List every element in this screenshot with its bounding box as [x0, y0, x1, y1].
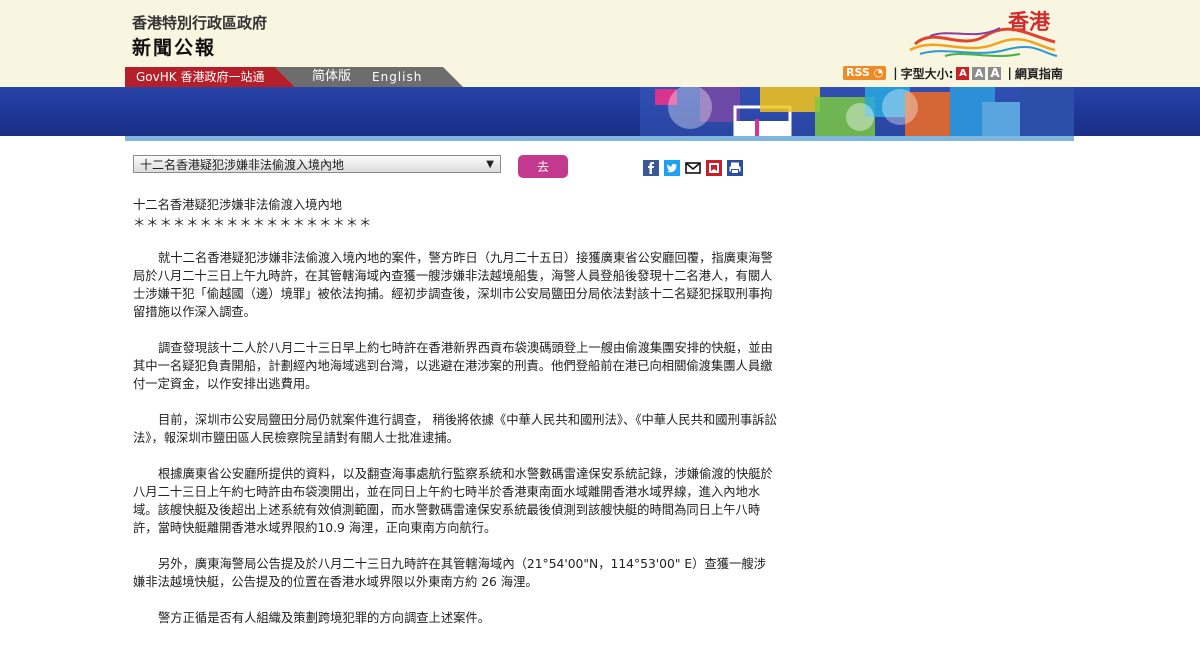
rss-label: RSS — [846, 66, 870, 79]
english-link[interactable]: English — [372, 67, 422, 87]
rss-button[interactable]: RSS ◔ — [843, 66, 887, 80]
article-paragraph: 根據廣東省公安廳所提供的資料，以及翻查海事處航行監察系統和水警數碼雷達保安系統記… — [133, 467, 773, 535]
rss-icon: ◔ — [873, 66, 884, 79]
email-icon[interactable] — [685, 160, 701, 176]
brand-hong-kong-logo[interactable]: 香港 — [905, 6, 1065, 61]
share-toolbar — [643, 160, 743, 176]
simplified-chinese-link[interactable]: 简体版 — [312, 67, 351, 87]
font-size-medium-button[interactable]: A — [972, 66, 986, 80]
bookmark-icon[interactable] — [706, 160, 722, 176]
font-size-label: 字型大小: — [900, 66, 954, 81]
font-size-small-button[interactable]: A — [956, 66, 970, 80]
press-release-article: 十二名香港疑犯涉嫌非法偷渡入境內地 ＊＊＊＊＊＊＊＊＊＊＊＊＊＊＊＊＊＊ 就十二… — [133, 196, 778, 645]
press-release-select[interactable]: 十二名香港疑犯涉嫌非法偷渡入境內地 ▼ — [133, 155, 501, 173]
chevron-down-icon: ▼ — [486, 159, 494, 170]
title-separator: ＊＊＊＊＊＊＊＊＊＊＊＊＊＊＊＊＊＊ — [133, 216, 373, 230]
go-button[interactable]: 去 — [518, 155, 568, 178]
article-paragraph: 另外，廣東海警局公告提及於八月二十三日九時許在其管轄海域內（21°54'00"N… — [133, 557, 766, 589]
article-paragraph: 目前，深圳市公安局鹽田分局仍就案件進行調查， 稍後將依據《中華人民共和國刑法》、… — [133, 413, 777, 445]
facebook-icon[interactable] — [643, 160, 659, 176]
banner-artwork — [640, 87, 1074, 138]
divider: | — [893, 66, 898, 80]
govhk-link[interactable]: GovHK 香港政府一站通 — [125, 67, 295, 87]
site-guide-link[interactable]: 網頁指南 — [1015, 65, 1063, 82]
top-nav: GovHK 香港政府一站通 简体版 English — [125, 67, 470, 87]
section-title[interactable]: 新聞公報 — [132, 33, 216, 60]
article-paragraph: 就十二名香港疑犯涉嫌非法偷渡入境內地的案件，警方昨日（九月二十五日）接獲廣東省公… — [133, 251, 773, 319]
twitter-icon[interactable] — [664, 160, 680, 176]
gov-name[interactable]: 香港特別行政區政府 — [132, 12, 267, 33]
print-icon[interactable] — [727, 160, 743, 176]
site-tools: RSS ◔ | 字型大小: A A A | 網頁指南 — [843, 64, 1063, 82]
divider: | — [1007, 66, 1012, 80]
language-tab-bar — [275, 67, 463, 87]
font-size-large-button[interactable]: A — [988, 66, 1002, 80]
article-paragraph: 調查發現該十二人於八月二十三日早上約七時許在香港新界西貢布袋澳碼頭登上一艘由偷渡… — [133, 341, 773, 391]
article-title: 十二名香港疑犯涉嫌非法偷渡入境內地 — [133, 198, 343, 212]
article-paragraph: 警方正循是否有人組織及策劃跨境犯罪的方向調查上述案件。 — [158, 611, 491, 625]
banner-underline — [125, 136, 1074, 141]
selected-item: 十二名香港疑犯涉嫌非法偷渡入境內地 — [140, 158, 345, 172]
